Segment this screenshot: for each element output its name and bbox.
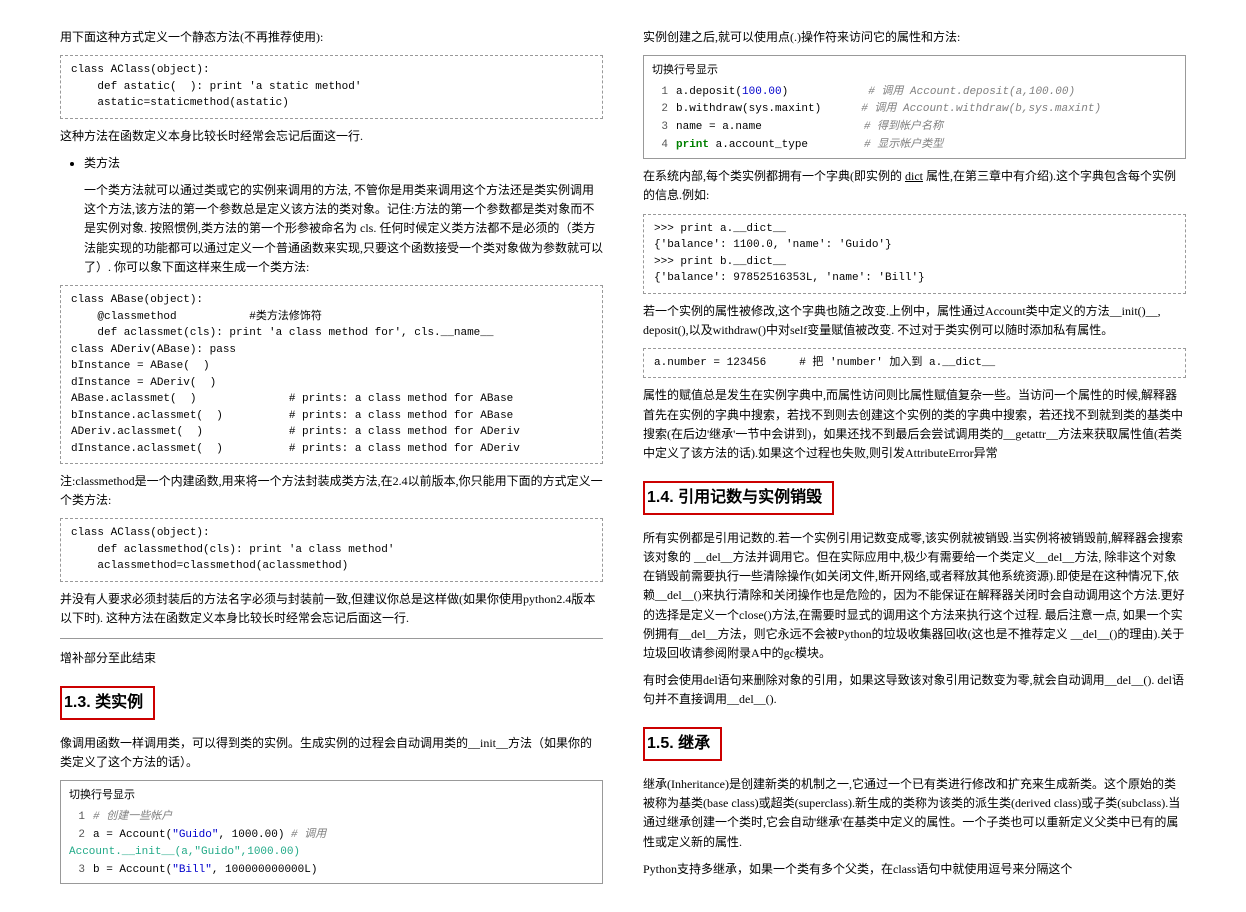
code-line: 3name = a.name# 得到帐户名称 <box>652 119 1177 137</box>
para: 实例创建之后,就可以使用点(.)操作符来访问它的属性和方法: <box>643 28 1186 47</box>
code-line: 1# 创建一些帐户 <box>69 809 594 827</box>
para: 这种方法在函数定义本身比较长时经常会忘记后面这一行. <box>60 127 603 146</box>
code-line: 2a = Account("Guido", 1000.00) # 调用 <box>69 827 594 845</box>
section-heading-1-3: 1.3. 类实例 <box>60 686 155 720</box>
para: 有时会使用del语句来删除对象的引用，如果这导致该对象引用记数变为零,就会自动调… <box>643 671 1186 709</box>
list-label: 类方法 <box>84 156 120 170</box>
code-block-add-attr: a.number = 123456 # 把 'number' 加入到 a.__d… <box>643 348 1186 379</box>
left-column: 用下面这种方式定义一个静态方法(不再推荐使用): class AClass(ob… <box>60 20 603 892</box>
list-item: 类方法 一个类方法就可以通过类或它的实例来调用的方法, 不管你是用类来调用这个方… <box>84 154 603 277</box>
code-line: 2b.withdraw(sys.maxint)# 调用 Account.with… <box>652 101 1177 119</box>
code-title: 切换行号显示 <box>652 60 1177 84</box>
para: 像调用函数一样调用类，可以得到类的实例。生成实例的过程会自动调用类的__init… <box>60 734 603 772</box>
code-block-static: class AClass(object): def astatic( ): pr… <box>60 55 603 119</box>
para: 注:classmethod是一个内建函数,用来将一个方法封装成类方法,在2.4以… <box>60 472 603 510</box>
code-block-account-create: 切换行号显示 1# 创建一些帐户 2a = Account("Guido", 1… <box>60 780 603 884</box>
heading-text: 1.3. 类实例 <box>64 690 143 716</box>
code-block-dot-access: 切换行号显示 1a.deposit(100.00)# 调用 Account.de… <box>643 55 1186 159</box>
sub-para: 一个类方法就可以通过类或它的实例来调用的方法, 不管你是用类来调用这个方法还是类… <box>84 181 603 277</box>
section-heading-1-5: 1.5. 继承 <box>643 727 722 761</box>
divider <box>60 638 603 639</box>
para: 并没有人要求必须封装后的方法名字必须与封装前一致,但建议你总是这样做(如果你使用… <box>60 590 603 628</box>
right-column: 实例创建之后,就可以使用点(.)操作符来访问它的属性和方法: 切换行号显示 1a… <box>643 20 1186 892</box>
para: 属性的赋值总是发生在实例字典中,而属性访问则比属性赋值复杂一些。当访问一个属性的… <box>643 386 1186 463</box>
bullet-list: 类方法 一个类方法就可以通过类或它的实例来调用的方法, 不管你是用类来调用这个方… <box>84 154 603 277</box>
code-block-classmethod: class ABase(object): @classmethod #类方法修饰… <box>60 285 603 464</box>
para: Python支持多继承，如果一个类有多个父类，在class语句中就使用逗号来分隔… <box>643 860 1186 879</box>
code-line: 4print a.account_type# 显示帐户类型 <box>652 137 1177 155</box>
code-line: 3b = Account("Bill", 100000000000L) <box>69 862 594 880</box>
para: 在系统内部,每个类实例都拥有一个字典(即实例的 dict 属性,在第三章中有介绍… <box>643 167 1186 205</box>
code-line: 1a.deposit(100.00)# 调用 Account.deposit(a… <box>652 84 1177 102</box>
code-block-dict-output: >>> print a.__dict__ {'balance': 1100.0,… <box>643 214 1186 294</box>
para: 若一个实例的属性被修改,这个字典也随之改变.上例中，属性通过Account类中定… <box>643 302 1186 340</box>
code-line: Account.__init__(a,"Guido",1000.00) <box>69 844 594 862</box>
heading-text: 1.4. 引用记数与实例销毁 <box>647 485 822 511</box>
code-title: 切换行号显示 <box>69 785 594 809</box>
para: 继承(Inheritance)是创建新类的机制之一,它通过一个已有类进行修改和扩… <box>643 775 1186 852</box>
heading-text: 1.5. 继承 <box>647 731 710 757</box>
section-heading-1-4: 1.4. 引用记数与实例销毁 <box>643 481 834 515</box>
para: 用下面这种方式定义一个静态方法(不再推荐使用): <box>60 28 603 47</box>
para: 所有实例都是引用记数的.若一个实例引用记数变成零,该实例就被销毁.当实例将被销毁… <box>643 529 1186 663</box>
para: 增补部分至此结束 <box>60 649 603 668</box>
code-block-classmethod2: class AClass(object): def aclassmethod(c… <box>60 518 603 582</box>
